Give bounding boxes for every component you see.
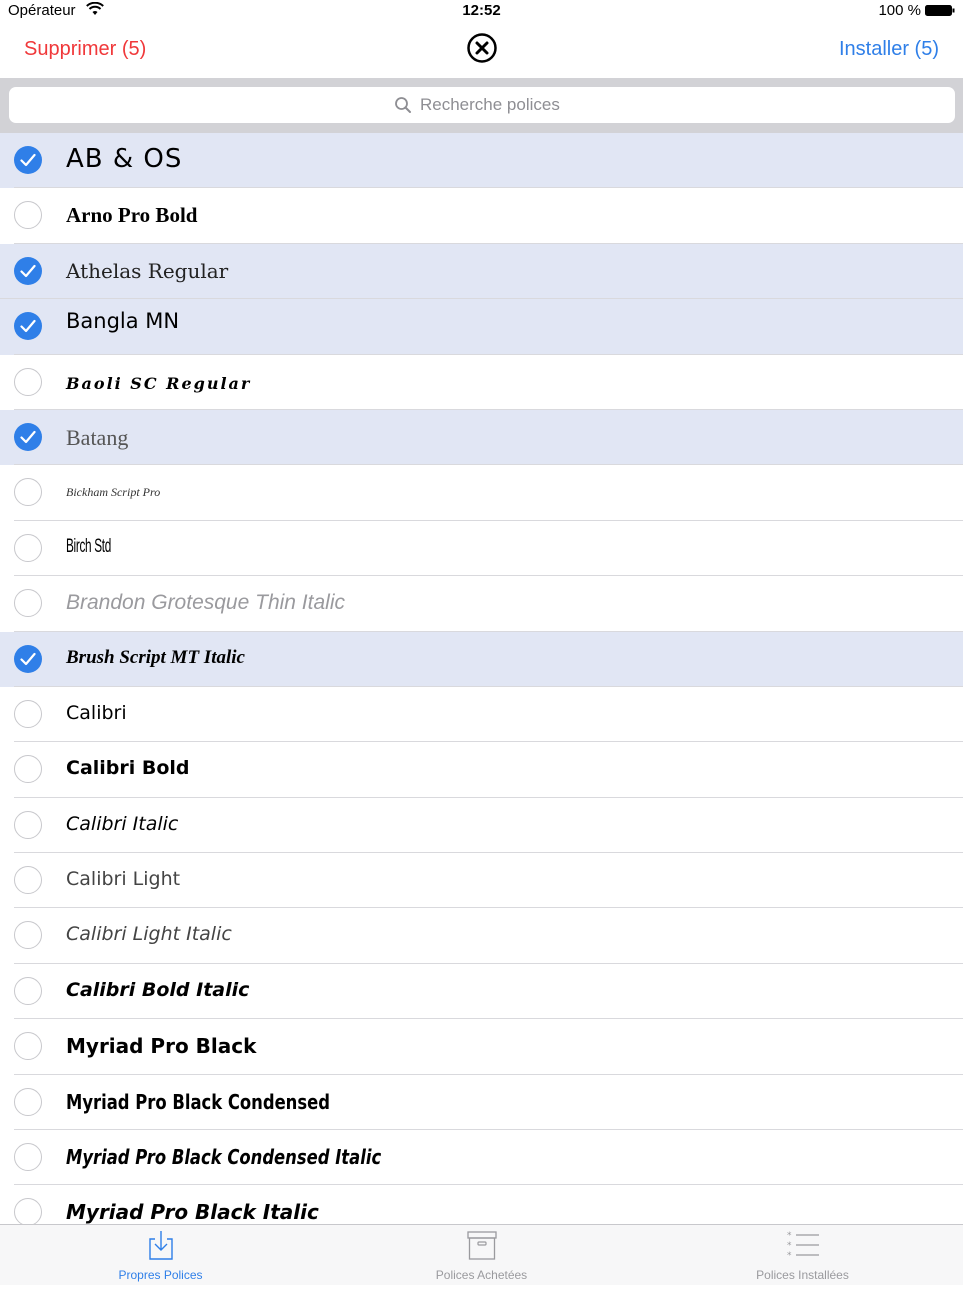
font-row[interactable]: Arno Pro Bold	[0, 188, 963, 245]
font-name: Myriad Pro Black Italic	[66, 1200, 319, 1225]
checked-circle-icon[interactable]	[14, 146, 42, 174]
download-tray-icon	[149, 1231, 173, 1260]
font-name: Myriad Pro Black Condensed Italic	[66, 1145, 382, 1170]
unchecked-circle-icon[interactable]	[14, 755, 42, 784]
delete-button[interactable]: Supprimer (5)	[24, 38, 146, 61]
font-row[interactable]: Calibri	[0, 686, 963, 743]
checked-circle-icon[interactable]	[14, 422, 42, 451]
font-row[interactable]: Brandon Grotesque Thin Italic	[0, 576, 963, 632]
tab-label: Propres Polices	[118, 1268, 203, 1282]
checkmark-icon	[20, 320, 36, 333]
unchecked-circle-icon[interactable]	[14, 367, 42, 396]
font-row[interactable]: Calibri Light Italic	[0, 908, 963, 965]
unchecked-circle-icon[interactable]	[14, 699, 42, 728]
tab-purchased-fonts[interactable]: Polices Achetées	[321, 1225, 642, 1286]
checkmark-icon	[20, 264, 36, 277]
unchecked-circle-icon[interactable]	[14, 533, 42, 562]
battery-percent: 100 %	[878, 2, 921, 19]
font-name: AB & OS	[66, 144, 183, 174]
checkmark-icon	[20, 430, 36, 444]
font-row[interactable]: Baoli SC Regular	[0, 354, 963, 411]
checkmark-icon	[20, 153, 36, 167]
tab-own-fonts[interactable]: Propres Polices	[0, 1225, 321, 1286]
font-row[interactable]: Calibri Bold Italic	[0, 963, 963, 1020]
close-icon[interactable]	[466, 32, 498, 64]
search-placeholder: Recherche polices	[420, 95, 560, 114]
font-row[interactable]: Calibri Bold	[0, 742, 963, 799]
status-bar: Opérateur 12:52 100 %	[0, 0, 963, 22]
archive-box-icon	[467, 1231, 497, 1260]
tab-label: Polices Installées	[756, 1268, 849, 1282]
font-row[interactable]: Myriad Pro Black	[0, 1019, 963, 1076]
font-row[interactable]: Brush Script MT Italic	[0, 631, 963, 688]
font-row[interactable]: Myriad Pro Black Condensed Italic	[0, 1130, 963, 1186]
font-name: Brandon Grotesque Thin Italic	[66, 591, 345, 615]
font-row[interactable]: Bangla MN	[0, 299, 963, 355]
font-row[interactable]: Bickham Script Pro	[0, 465, 963, 522]
font-name: Calibri Light Italic	[66, 923, 232, 946]
font-row[interactable]: AB & OS	[0, 133, 963, 189]
unchecked-circle-icon[interactable]	[14, 1032, 42, 1061]
font-row[interactable]: Batang	[0, 409, 963, 466]
unchecked-circle-icon[interactable]	[14, 866, 42, 895]
clock: 12:52	[462, 2, 501, 19]
navigation-bar: Supprimer (5) Installer (5)	[0, 22, 963, 78]
unchecked-circle-icon[interactable]	[14, 976, 42, 1005]
svg-text:*: *	[787, 1251, 792, 1261]
font-name: Bickham Script Pro	[66, 485, 161, 500]
unchecked-circle-icon[interactable]	[14, 921, 42, 950]
font-row[interactable]: Birch Std	[0, 520, 963, 577]
unchecked-circle-icon[interactable]	[14, 589, 42, 618]
font-name: Brush Script MT Italic	[66, 646, 245, 668]
font-row[interactable]: Myriad Pro Black Condensed	[0, 1074, 963, 1131]
install-button[interactable]: Installer (5)	[839, 38, 939, 61]
font-name: Baoli SC Regular	[66, 373, 252, 393]
font-name: Bangla MN	[66, 309, 180, 334]
list-icon: ***	[787, 1231, 819, 1261]
font-row[interactable]: Athelas Regular	[0, 243, 963, 300]
svg-text:*: *	[787, 1241, 792, 1251]
font-row[interactable]: Myriad Pro Black Italic	[0, 1185, 963, 1225]
font-list: AB & OS Arno Pro Bold Athelas Regular Bangl…	[0, 133, 963, 1225]
tab-bar: Propres Polices Polices Achetées * * * Pol…	[0, 1224, 963, 1285]
font-name: Calibri Italic	[66, 812, 179, 835]
unchecked-circle-icon[interactable]	[14, 1143, 42, 1172]
checked-circle-icon[interactable]	[14, 256, 42, 285]
font-row[interactable]: Calibri Italic	[0, 797, 963, 854]
checkmark-icon	[20, 652, 36, 665]
search-icon	[395, 97, 411, 113]
checked-circle-icon[interactable]	[14, 312, 42, 341]
font-name: Calibri Bold	[66, 757, 190, 780]
font-name: Calibri Bold Italic	[66, 978, 250, 1001]
search-bar: Recherche polices	[0, 78, 963, 133]
search-input[interactable]: Recherche polices	[9, 87, 955, 123]
font-name: Arno Pro Bold	[66, 203, 198, 228]
unchecked-circle-icon[interactable]	[14, 478, 42, 507]
unchecked-circle-icon[interactable]	[14, 201, 42, 230]
font-name: Myriad Pro Black Condensed	[66, 1089, 330, 1114]
tab-label: Polices Achetées	[435, 1268, 528, 1282]
unchecked-circle-icon[interactable]	[14, 1198, 42, 1225]
unchecked-circle-icon[interactable]	[14, 810, 42, 839]
font-name: Athelas Regular	[66, 258, 229, 283]
svg-text:*: *	[787, 1231, 792, 1241]
battery-icon	[925, 5, 955, 16]
unchecked-circle-icon[interactable]	[14, 1087, 42, 1116]
tab-installed-fonts[interactable]: * * * Polices Installées	[642, 1225, 963, 1286]
font-name: Calibri Light	[66, 868, 181, 891]
checked-circle-icon[interactable]	[14, 644, 42, 673]
font-name: Calibri	[66, 701, 127, 724]
font-name: Birch Std	[66, 535, 112, 557]
font-row[interactable]: Calibri Light	[0, 853, 963, 909]
font-name: Batang	[66, 424, 129, 450]
font-name: Myriad Pro Black	[66, 1034, 257, 1059]
